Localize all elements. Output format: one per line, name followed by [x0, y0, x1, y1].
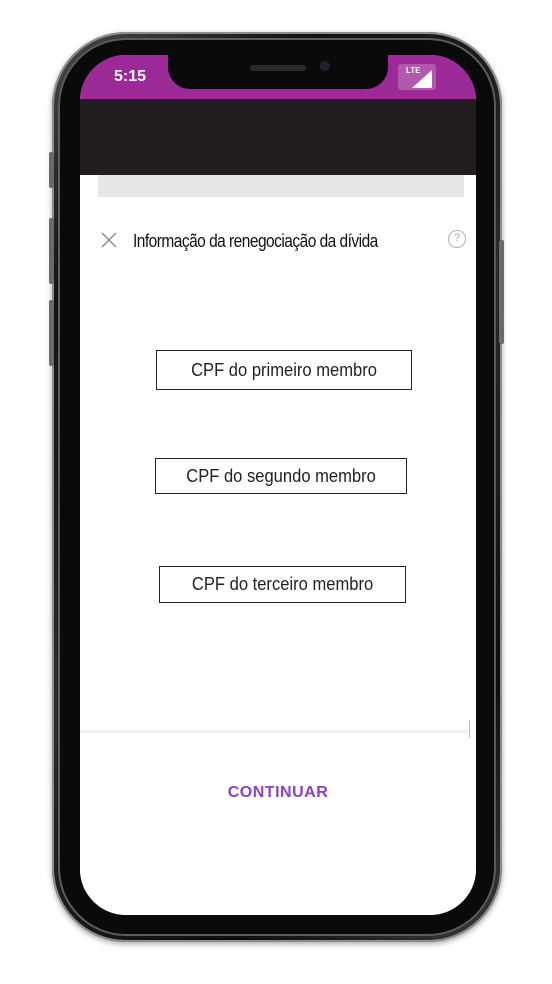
- volume-down-button: [49, 300, 54, 366]
- front-camera: [320, 61, 330, 71]
- phone-screen: 5:15 LTE Informação da renegociação da d…: [80, 55, 476, 915]
- sheet-title: Informação da renegociação da dívida: [133, 231, 378, 251]
- lte-badge: LTE: [398, 64, 436, 90]
- cpf-third-member-placeholder: CPF do terceiro membro: [191, 574, 374, 594]
- app-header-background: [80, 99, 476, 175]
- cpf-third-member-field[interactable]: CPF do terceiro membro: [159, 566, 406, 603]
- continue-button[interactable]: CONTINUAR: [178, 777, 378, 809]
- notch: [168, 55, 388, 89]
- cpf-second-member-placeholder: CPF do segundo membro: [186, 465, 376, 486]
- cpf-first-member-field[interactable]: CPF do primeiro membro: [156, 350, 412, 390]
- scroll-indicator: [469, 720, 470, 738]
- renegotiation-sheet: Informação da renegociação da dívida ? C…: [80, 197, 476, 915]
- signal-icon: [412, 70, 432, 88]
- mute-switch: [49, 152, 54, 188]
- status-time: 5:15: [114, 68, 147, 85]
- cpf-first-member-placeholder: CPF do primeiro membro: [191, 359, 377, 380]
- speaker-grille: [250, 65, 306, 71]
- power-button: [499, 240, 504, 344]
- close-icon[interactable]: [100, 231, 118, 249]
- volume-up-button: [49, 218, 54, 284]
- footer-divider: [80, 730, 470, 733]
- help-icon[interactable]: ?: [448, 230, 466, 248]
- cpf-second-member-field[interactable]: CPF do segundo membro: [155, 458, 407, 494]
